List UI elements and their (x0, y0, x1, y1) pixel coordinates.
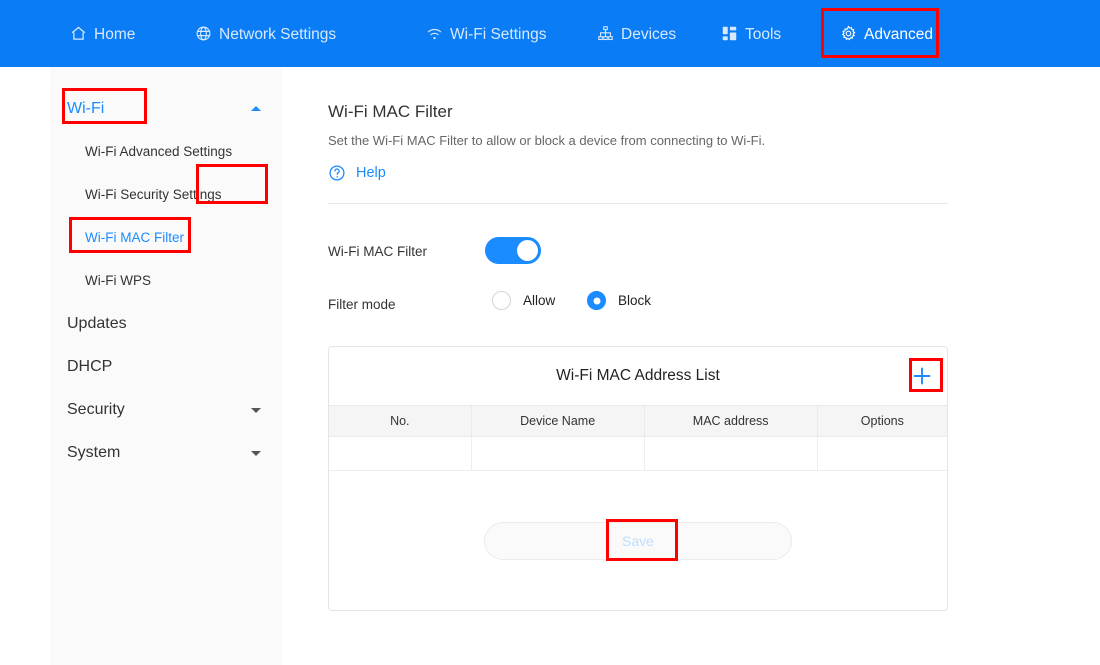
nav-item-home-label: Home (94, 25, 136, 43)
mac-filter-label: Wi-Fi MAC Filter (328, 244, 427, 259)
mac-filter-toggle[interactable] (485, 237, 541, 264)
nav-item-advanced[interactable]: Advanced (826, 0, 935, 67)
sidebar-item-wifi-advanced-settings-label: Wi-Fi Advanced Settings (85, 144, 233, 159)
filter-mode-label: Filter mode (328, 297, 396, 312)
nav-item-tools-label: Tools (745, 25, 782, 43)
column-header-options: Options (817, 405, 947, 437)
filter-mode-radio-allow[interactable]: Allow (492, 291, 555, 310)
toggle-knob (517, 240, 538, 261)
sidebar-item-wifi-mac-filter-label: Wi-Fi MAC Filter (85, 230, 184, 245)
filter-mode-radio-block-label: Block (618, 293, 652, 308)
mac-address-list-card: Wi-Fi MAC Address List No. Device Name M… (328, 346, 948, 611)
page-description: Set the Wi-Fi MAC Filter to allow or blo… (328, 133, 766, 148)
add-mac-address-button[interactable] (909, 363, 935, 389)
sidebar-item-wifi-mac-filter[interactable]: Wi-Fi MAC Filter (50, 216, 282, 259)
sidebar: Wi-Fi Wi-Fi Advanced Settings Wi-Fi Secu… (50, 67, 282, 665)
chevron-down-icon[interactable] (251, 407, 261, 413)
table-header-row: No. Device Name MAC address Options (329, 405, 947, 437)
page-title: Wi-Fi MAC Filter (328, 102, 453, 121)
nav-item-wifi-settings-label: Wi-Fi Settings (450, 25, 547, 43)
sidebar-item-system-label: System (67, 443, 121, 461)
home-icon (70, 25, 87, 42)
nav-item-network-settings-label: Network Settings (219, 25, 337, 43)
sidebar-item-updates[interactable]: Updates (50, 302, 282, 345)
sidebar-item-wifi-advanced-settings[interactable]: Wi-Fi Advanced Settings (50, 130, 282, 173)
mac-address-list-header: Wi-Fi MAC Address List (329, 347, 947, 405)
gear-icon (840, 25, 857, 42)
sidebar-item-wifi-wps-label: Wi-Fi WPS (85, 273, 151, 288)
save-button-container: Save (329, 522, 947, 560)
sidebar-item-security[interactable]: Security (50, 388, 282, 431)
sidebar-item-wifi-wps[interactable]: Wi-Fi WPS (50, 259, 282, 302)
save-button[interactable]: Save (484, 522, 792, 560)
nav-item-advanced-label: Advanced (864, 25, 933, 43)
table-cell-options (817, 436, 947, 471)
mac-address-list-title: Wi-Fi MAC Address List (556, 367, 720, 384)
mac-address-table: No. Device Name MAC address Options (329, 405, 947, 471)
help-link-label: Help (356, 165, 386, 181)
nav-item-devices-label: Devices (621, 25, 677, 43)
sidebar-item-wifi[interactable]: Wi-Fi (50, 87, 282, 130)
nav-item-wifi-settings[interactable]: Wi-Fi Settings (424, 0, 548, 67)
globe-icon (195, 25, 212, 42)
sidebar-item-security-label: Security (67, 400, 125, 418)
nav-item-home[interactable]: Home (68, 0, 137, 67)
radio-circle-icon (492, 291, 511, 310)
sidebar-item-wifi-security-settings[interactable]: Wi-Fi Security Settings (50, 173, 282, 216)
column-header-mac-address: MAC address (644, 405, 818, 437)
radio-circle-selected-icon (587, 291, 606, 310)
top-navigation-bar: Home Network Settings Wi-Fi Settings Dev… (0, 0, 1100, 67)
table-cell-mac-address (644, 436, 818, 471)
table-cell-device-name (471, 436, 645, 471)
sitemap-icon (597, 25, 614, 42)
sidebar-item-dhcp-label: DHCP (67, 357, 113, 375)
filter-mode-radio-allow-label: Allow (523, 293, 556, 308)
chevron-up-icon[interactable] (251, 105, 261, 111)
question-circle-icon (328, 164, 346, 182)
wifi-icon (426, 25, 443, 42)
sidebar-item-updates-label: Updates (67, 314, 127, 332)
column-header-no: No. (329, 405, 472, 437)
chevron-down-icon[interactable] (251, 450, 261, 456)
grid-icon (721, 25, 738, 42)
help-link[interactable]: Help (328, 164, 386, 182)
nav-item-tools[interactable]: Tools (719, 0, 783, 67)
nav-item-network-settings[interactable]: Network Settings (193, 0, 338, 67)
sidebar-item-dhcp[interactable]: DHCP (50, 345, 282, 388)
table-cell-no (329, 436, 472, 471)
column-header-device-name: Device Name (471, 405, 645, 437)
nav-item-devices[interactable]: Devices (595, 0, 678, 67)
sidebar-item-wifi-label: Wi-Fi (67, 99, 105, 117)
filter-mode-radio-block[interactable]: Block (587, 291, 651, 310)
section-divider (328, 203, 948, 204)
table-row (329, 436, 947, 471)
sidebar-item-wifi-security-settings-label: Wi-Fi Security Settings (85, 187, 222, 202)
main-content: Wi-Fi MAC Filter Set the Wi-Fi MAC Filte… (282, 67, 1100, 665)
sidebar-item-system[interactable]: System (50, 431, 282, 474)
